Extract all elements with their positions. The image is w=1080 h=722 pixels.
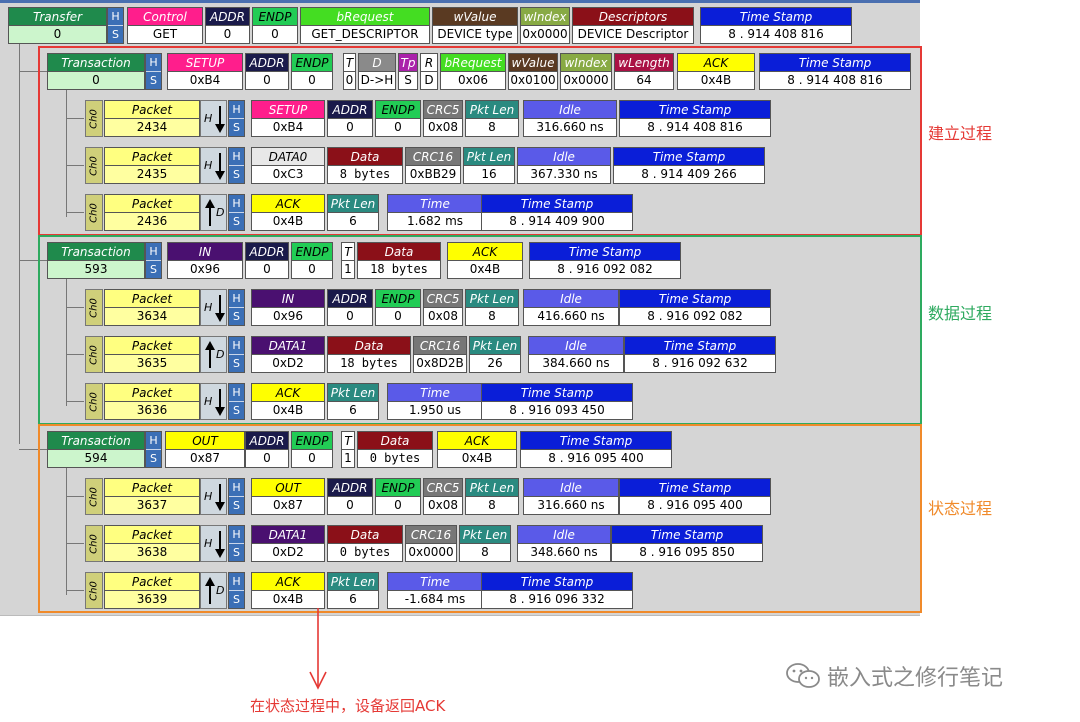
transfer-field-control-header: Control (128, 8, 202, 26)
transfer-field-brequest-header: bRequest (301, 8, 429, 26)
transfer-field-endp[interactable]: ENDP 0 (252, 7, 298, 44)
transfer-field-windex-value: 0x0000 (521, 26, 569, 43)
transfer-field-control[interactable]: Control GET (127, 7, 203, 44)
transfer-field-time-stamp[interactable]: Time Stamp 8 . 914 408 816 (700, 7, 852, 44)
transfer-field-transfer-value: 0 (9, 26, 106, 43)
watermark: 嵌入式之修行笔记 (785, 660, 1003, 692)
transfer-field-time-stamp-value: 8 . 914 408 816 (701, 26, 851, 43)
transfer-field-addr-value: 0 (206, 26, 249, 43)
transfer-hs-toggle[interactable]: HS (107, 7, 124, 44)
transfer-field-endp-header: ENDP (253, 8, 297, 26)
transfer-field-addr-header: ADDR (206, 8, 249, 26)
data-stage-box (38, 235, 922, 425)
transfer-field-wvalue-value: DEVICE type (433, 26, 517, 43)
hs-s-toggle[interactable]: S (108, 26, 123, 43)
transfer-field-descriptors[interactable]: Descriptors DEVICE Descriptor (572, 7, 694, 44)
tree-connector (19, 44, 20, 444)
transfer-field-time-stamp-header: Time Stamp (701, 8, 851, 26)
status-stage-box (38, 424, 922, 613)
transfer-field-wvalue-header: wValue (433, 8, 517, 26)
transfer-field-endp-value: 0 (253, 26, 297, 43)
transfer-field-descriptors-value: DEVICE Descriptor (573, 26, 693, 43)
transfer-field-control-value: GET (128, 26, 202, 43)
watermark-text: 嵌入式之修行笔记 (827, 666, 1004, 691)
transfer-field-transfer-header: Transfer (9, 8, 106, 26)
setup-stage-box (38, 46, 922, 236)
transfer-field-descriptors-header: Descriptors (573, 8, 693, 26)
transfer-field-windex[interactable]: wIndex 0x0000 (520, 7, 570, 44)
hs-h-toggle[interactable]: H (108, 8, 123, 26)
data-stage-label: 数据过程 (928, 304, 993, 323)
setup-stage-label: 建立过程 (928, 124, 993, 143)
bottom-note: 在状态过程中，设备返回ACK (250, 697, 446, 715)
wechat-icon (786, 663, 820, 688)
transfer-field-addr[interactable]: ADDR 0 (205, 7, 250, 44)
transfer-field-brequest[interactable]: bRequest GET_DESCRIPTOR (300, 7, 430, 44)
annotation-arrow (309, 608, 327, 690)
transfer-field-brequest-value: GET_DESCRIPTOR (301, 26, 429, 43)
status-stage-label: 状态过程 (928, 499, 993, 518)
transfer-field-windex-header: wIndex (521, 8, 569, 26)
transfer-field-wvalue[interactable]: wValue DEVICE type (432, 7, 518, 44)
transfer-field-transfer[interactable]: Transfer 0 (8, 7, 107, 44)
window-top-border (0, 0, 920, 3)
